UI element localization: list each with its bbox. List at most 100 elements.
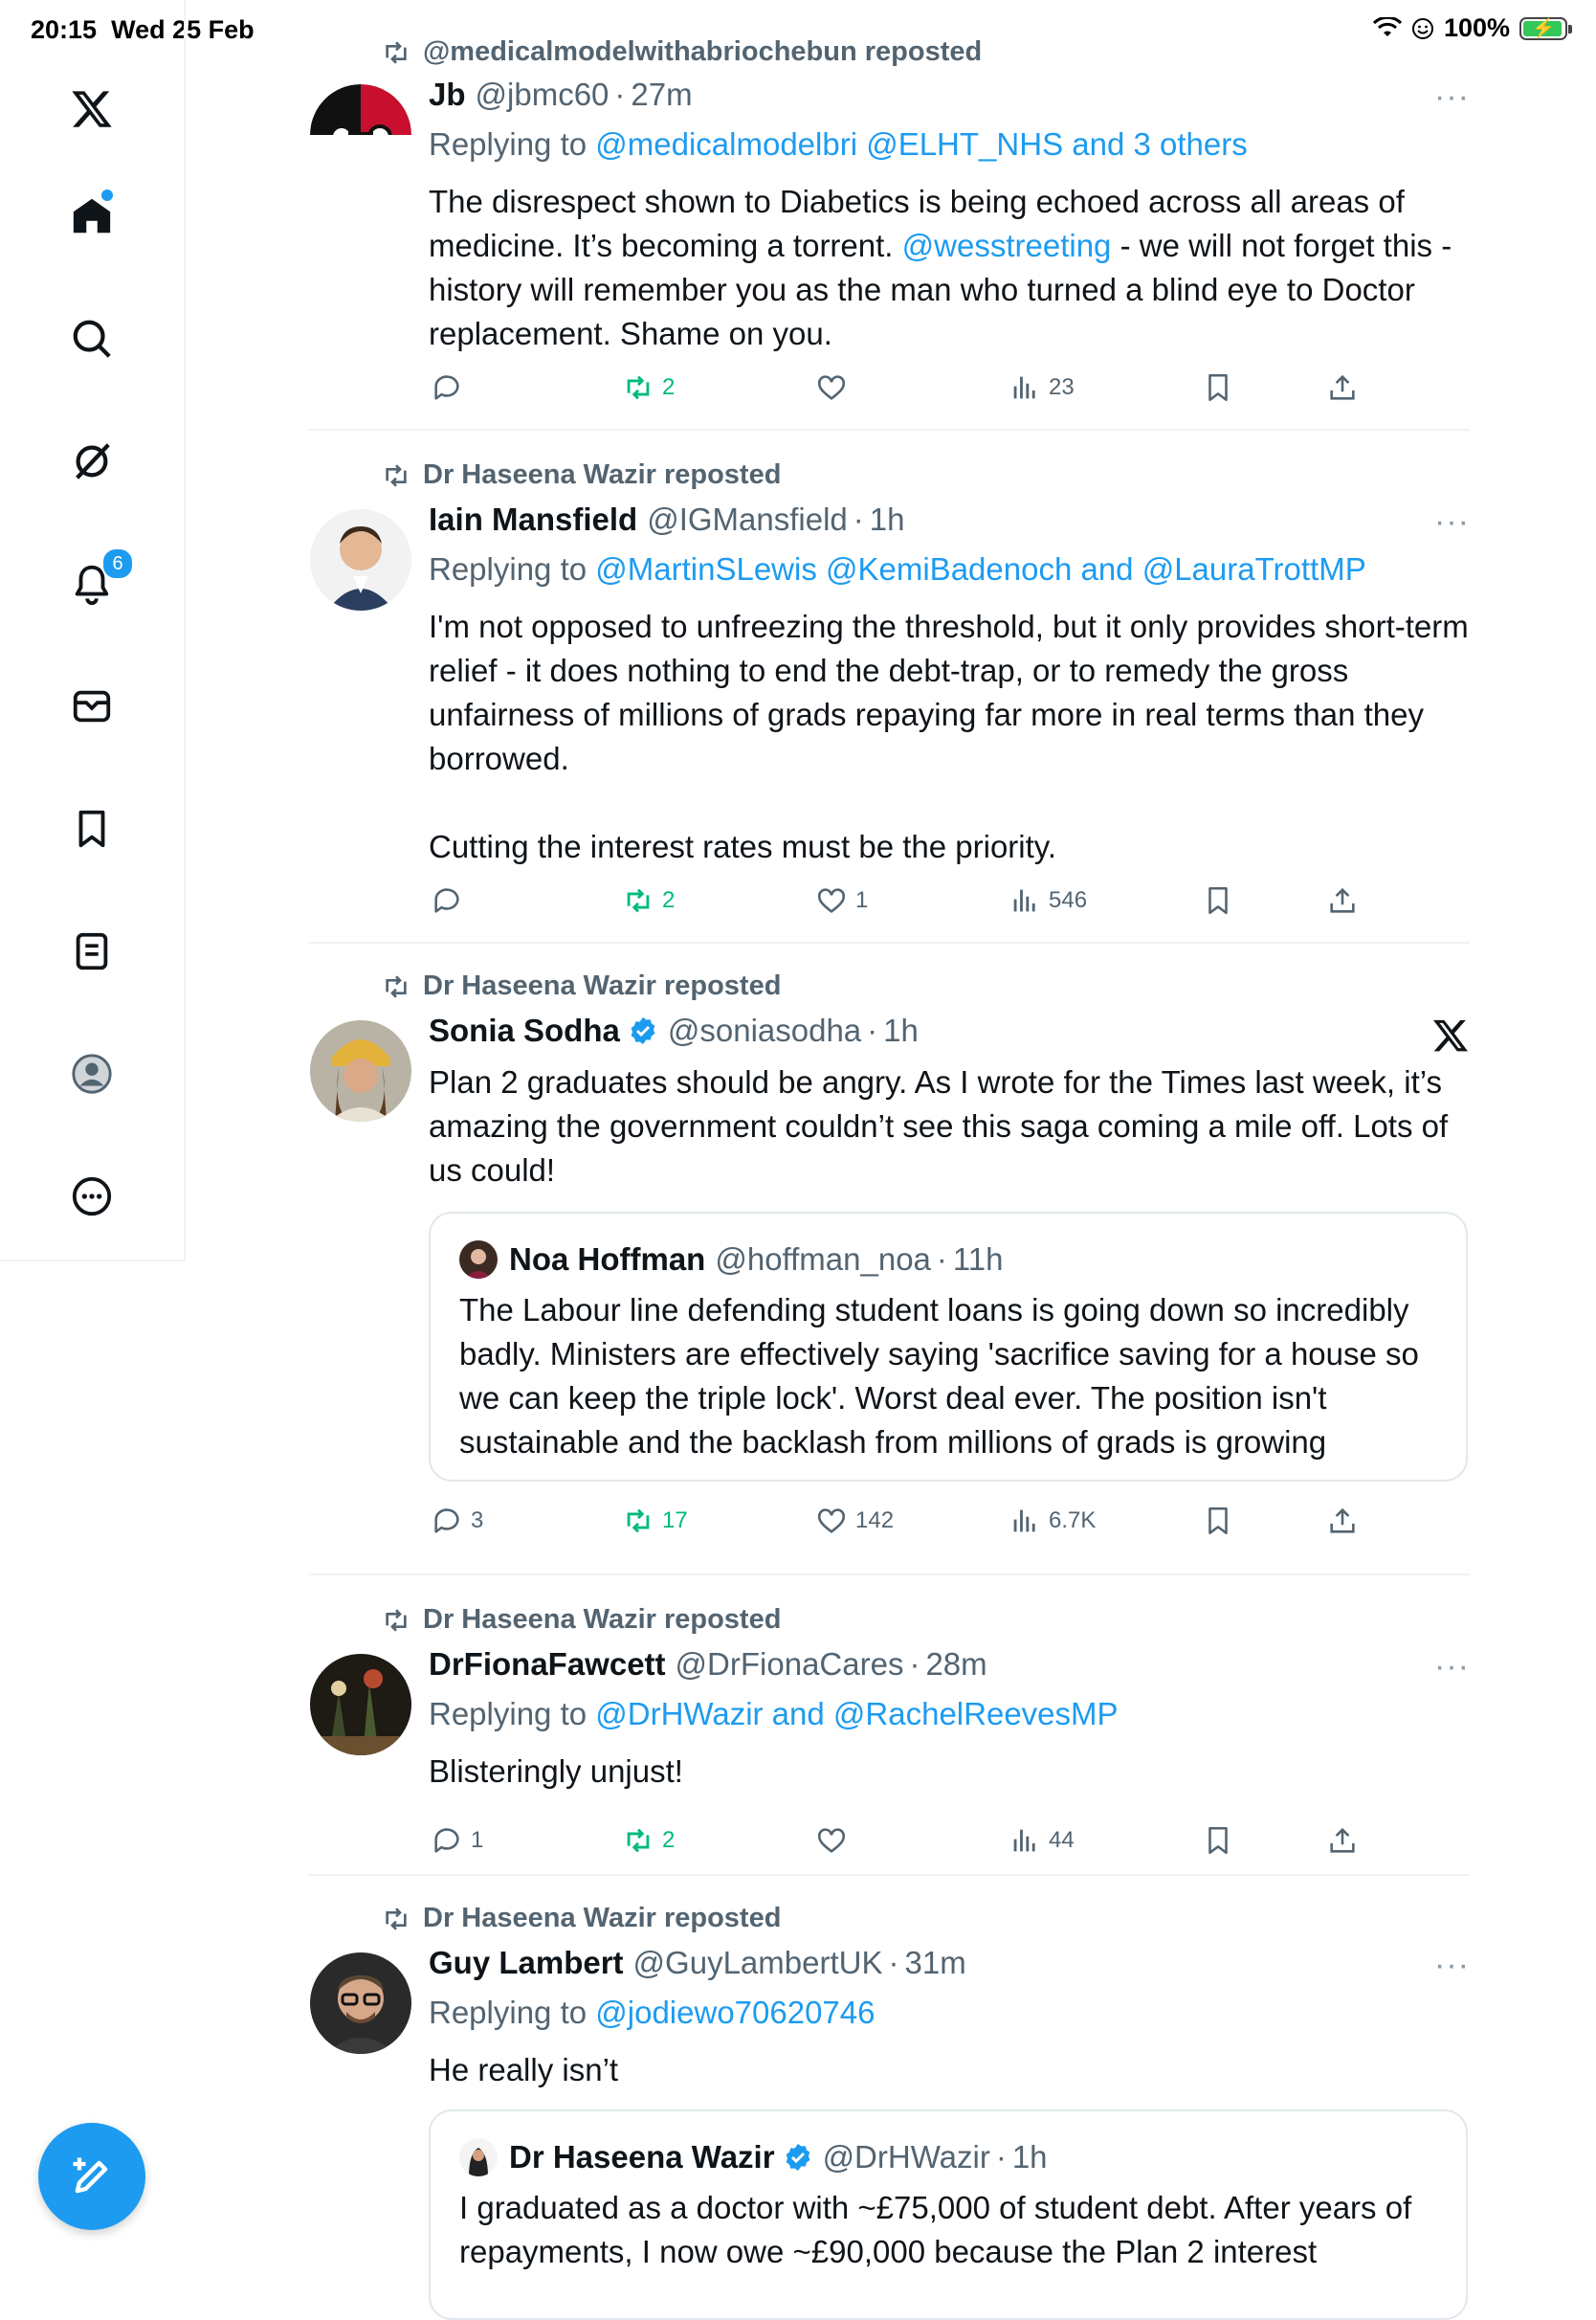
lists-icon[interactable] <box>61 921 122 982</box>
share-button[interactable] <box>1326 1505 1359 1537</box>
more-options-icon[interactable]: ··· <box>1434 503 1470 541</box>
share-button[interactable] <box>1326 371 1359 404</box>
like-button[interactable] <box>815 371 855 404</box>
quoted-tweet[interactable]: Dr Haseena Wazir @DrHWazir · 1h I gradua… <box>429 2109 1468 2320</box>
repost-label: Dr Haseena Wazir reposted <box>423 970 782 1001</box>
mention-link[interactable]: @wesstreeting <box>902 228 1112 263</box>
action-count: 17 <box>662 1507 688 1533</box>
compose-button[interactable] <box>38 2123 145 2230</box>
share-icon <box>1330 887 1355 913</box>
separator: · <box>936 1241 947 1277</box>
display-name[interactable]: Jb <box>429 77 466 113</box>
views-button[interactable]: 546 <box>1009 884 1087 917</box>
views-button[interactable]: 6.7K <box>1009 1505 1096 1537</box>
reply-button[interactable]: 3 <box>431 1505 483 1537</box>
notifications-icon[interactable]: 6 <box>61 547 134 614</box>
repost-icon <box>386 974 407 998</box>
separator: · <box>909 1646 920 1682</box>
avatar[interactable] <box>310 84 411 186</box>
repost-context: Dr Haseena Wazir reposted <box>381 1604 781 1636</box>
x-logo-icon[interactable] <box>61 78 122 140</box>
verified-badge-icon <box>631 1017 655 1044</box>
tweet-text: I'm not opposed to unfreezing the thresh… <box>429 609 1469 864</box>
timestamp[interactable]: 31m <box>904 1945 965 1981</box>
replying-mentions[interactable]: @DrHWazir and @RachelReevesMP <box>595 1696 1118 1731</box>
views-button[interactable]: 23 <box>1009 371 1075 404</box>
repost-label: Dr Haseena Wazir reposted <box>423 459 782 490</box>
display-name[interactable]: Sonia Sodha <box>429 1013 620 1049</box>
bookmark-button[interactable] <box>1202 1824 1234 1857</box>
bookmark-icon <box>1208 373 1228 402</box>
like-button[interactable]: 1 <box>815 884 868 917</box>
grok-icon[interactable] <box>61 431 122 492</box>
more-options-icon[interactable]: ··· <box>1434 1947 1470 1984</box>
bookmark-button[interactable] <box>1202 884 1234 917</box>
reply-button[interactable] <box>431 371 471 404</box>
more-options-icon[interactable]: ··· <box>1434 1648 1470 1685</box>
compose-icon <box>73 2157 108 2194</box>
repost-context: Dr Haseena Wazir reposted <box>381 970 781 1002</box>
profile-icon[interactable] <box>61 1043 122 1104</box>
handle[interactable]: @soniasodha <box>668 1013 861 1049</box>
separator: · <box>888 1945 899 1980</box>
timestamp[interactable]: 28m <box>925 1646 986 1683</box>
replying-mentions[interactable]: @jodiewo70620746 <box>595 1995 875 2030</box>
bookmark-button[interactable] <box>1202 1505 1234 1537</box>
action-bar: 1 2 44 <box>429 1824 1355 1863</box>
replying-mentions[interactable]: @medicalmodelbri @ELHT_NHS and 3 others <box>595 126 1247 162</box>
display-name[interactable]: Iain Mansfield <box>429 502 637 538</box>
reply-icon <box>434 888 459 913</box>
timestamp[interactable]: 27m <box>631 77 692 113</box>
views-button[interactable]: 44 <box>1009 1824 1075 1857</box>
bookmark-icon <box>1208 1506 1228 1535</box>
repost-icon <box>627 1508 650 1533</box>
quoted-handle: @hoffman_noa <box>715 1241 931 1277</box>
share-button[interactable] <box>1326 1824 1359 1857</box>
repost-button[interactable]: 2 <box>622 884 675 917</box>
action-count: 44 <box>1049 1827 1075 1853</box>
avatar[interactable] <box>310 1654 411 1755</box>
search-icon[interactable] <box>61 308 122 369</box>
like-button[interactable]: 142 <box>815 1505 894 1537</box>
repost-icon <box>627 375 650 400</box>
handle[interactable]: @GuyLambertUK <box>633 1945 883 1981</box>
reply-button[interactable] <box>431 884 471 917</box>
replying-mentions[interactable]: @MartinSLewis @KemiBadenoch and @LauraTr… <box>595 551 1365 587</box>
quoted-tweet-text: I graduated as a doctor with ~£75,000 of… <box>459 2190 1412 2269</box>
battery-icon: ⚡ <box>1519 16 1572 40</box>
avatar[interactable] <box>310 1952 411 2054</box>
messages-icon[interactable] <box>61 676 122 737</box>
home-icon[interactable] <box>61 186 122 247</box>
reply-button[interactable]: 1 <box>431 1824 483 1857</box>
quoted-timestamp: 1h <box>1011 2139 1048 2175</box>
display-name[interactable]: DrFionaFawcett <box>429 1646 666 1683</box>
share-button[interactable] <box>1326 884 1359 917</box>
avatar[interactable] <box>310 509 411 611</box>
handle[interactable]: @DrFionaCares <box>676 1646 904 1683</box>
handle[interactable]: @jbmc60 <box>476 77 610 113</box>
repost-button[interactable]: 2 <box>622 371 675 404</box>
quoted-tweet[interactable]: Noa Hoffman @hoffman_noa · 11h The Labou… <box>429 1212 1468 1482</box>
tweet-text: Plan 2 graduates should be angry. As I w… <box>429 1064 1449 1188</box>
views-icon <box>1013 1829 1035 1852</box>
avatar[interactable] <box>310 1020 411 1122</box>
repost-button[interactable]: 17 <box>622 1505 688 1537</box>
heart-icon <box>817 888 846 913</box>
battery-percent: 100% <box>1443 13 1510 42</box>
bookmarks-icon[interactable] <box>61 798 122 859</box>
repost-button[interactable]: 2 <box>622 1824 675 1857</box>
focus-icon <box>1411 17 1433 39</box>
separator: · <box>995 2139 1007 2175</box>
like-button[interactable] <box>815 1824 855 1857</box>
reply-icon <box>434 375 459 400</box>
timestamp[interactable]: 1h <box>870 502 905 538</box>
display-name[interactable]: Guy Lambert <box>429 1945 624 1981</box>
handle[interactable]: @IGMansfield <box>647 502 848 538</box>
more-icon[interactable] <box>61 1166 122 1227</box>
timestamp[interactable]: 1h <box>883 1013 919 1049</box>
bookmark-icon <box>1208 886 1228 915</box>
repost-label: Dr Haseena Wazir reposted <box>423 1903 782 1933</box>
more-options-icon[interactable]: ··· <box>1434 78 1470 116</box>
bookmark-button[interactable] <box>1202 371 1234 404</box>
repost-icon <box>386 463 407 487</box>
